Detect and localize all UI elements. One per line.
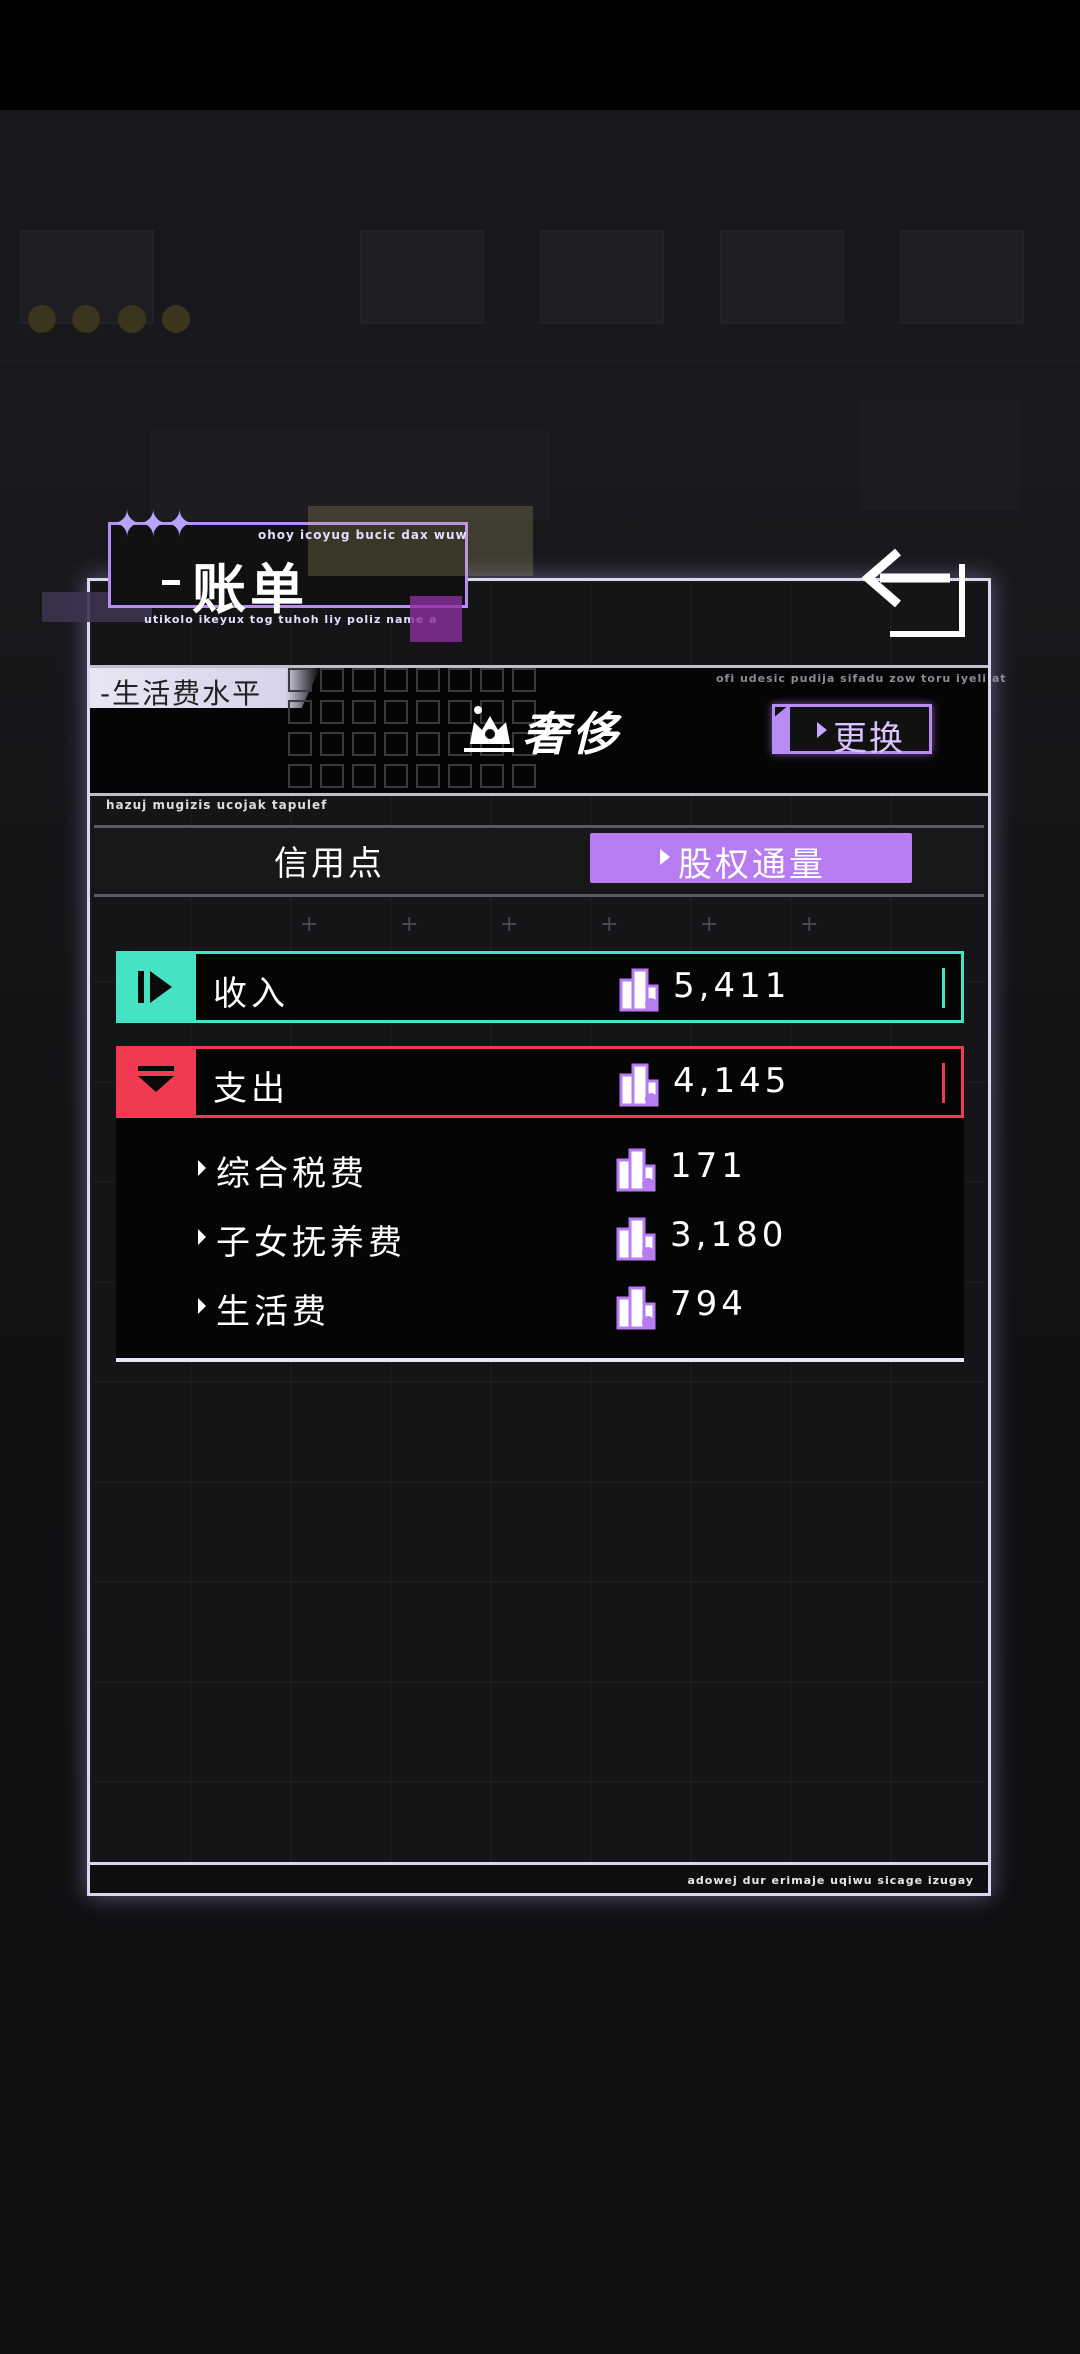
background-dot — [118, 305, 146, 333]
background-line — [0, 360, 1080, 363]
decorative-plus: + — [800, 912, 819, 937]
background-tile — [720, 230, 844, 324]
expense-breakdown-list: 综合税费 171 子女抚养费 3,180 生活费 794 — [116, 1118, 964, 1362]
living-small-text: ofi udesic pudija sifadu zow toru iyeli … — [716, 672, 1007, 685]
equity-token-icon — [614, 1215, 658, 1267]
decorative-plus: + — [400, 912, 419, 937]
back-button[interactable] — [850, 540, 970, 640]
expense-label: 支出 — [213, 1069, 289, 1109]
expense-item-child-support[interactable]: 子女抚养费 3,180 — [116, 1207, 964, 1267]
income-end-bar — [942, 968, 945, 1008]
star-icons: ✦✦✦ — [112, 504, 194, 545]
play-icon — [198, 1160, 206, 1176]
income-row[interactable]: 收入 5,411 — [116, 951, 964, 1023]
expense-value: 4,145 — [673, 1061, 791, 1101]
expense-item-value: 794 — [670, 1284, 747, 1324]
expense-item-value: 3,180 — [670, 1215, 788, 1255]
decorative-plus: + — [700, 912, 719, 937]
living-standard-label: -生活费水平 — [100, 677, 263, 710]
play-icon — [198, 1298, 206, 1314]
background-tile — [900, 230, 1024, 324]
change-button-label: 更换 — [833, 719, 905, 759]
income-value: 5,411 — [673, 966, 791, 1006]
tab-small-text: hazuj mugizis ucojak tapulef — [106, 798, 328, 812]
background-dot — [72, 305, 100, 333]
equity-token-icon — [617, 1061, 661, 1113]
play-icon — [138, 971, 172, 1003]
equity-token-icon — [614, 1284, 658, 1336]
background-bottom — [0, 1930, 1080, 2354]
background-panel — [860, 400, 1020, 510]
footer-text: adowej dur erimaje uqiwu sicage izugay — [687, 1874, 974, 1887]
background-top-bar — [0, 110, 1080, 220]
title-subtext-top: ohoy icoyug bucic dax wuw — [258, 528, 468, 542]
back-arrow-icon — [861, 548, 965, 637]
equity-token-icon — [614, 1146, 658, 1198]
background-tile — [540, 230, 664, 324]
expense-item-value: 171 — [670, 1146, 747, 1186]
expense-icon-box — [116, 1046, 196, 1118]
decorative-plus: + — [300, 912, 319, 937]
expense-row[interactable]: 支出 4,145 — [116, 1046, 964, 1118]
decorative-plus: + — [600, 912, 619, 937]
tab-equity-label: 股权通量 — [678, 845, 826, 885]
background-tile — [360, 230, 484, 324]
tab-credit[interactable]: 信用点 — [274, 836, 385, 885]
income-label: 收入 — [213, 974, 289, 1014]
expense-item-label: 子女抚养费 — [216, 1223, 406, 1263]
expense-item-living[interactable]: 生活费 794 — [116, 1276, 964, 1336]
change-button-notch — [772, 704, 790, 754]
title-accent-magenta — [410, 596, 462, 642]
change-button[interactable]: 更换 — [772, 704, 932, 759]
panel-footer: adowej dur erimaje uqiwu sicage izugay — [90, 1862, 988, 1893]
play-icon — [817, 722, 827, 738]
income-icon-box — [116, 951, 196, 1023]
play-icon — [198, 1229, 206, 1245]
title-subtext-bottom: utikolo ikeyux tog tuhoh liy poliz name … — [144, 613, 438, 626]
expense-end-bar — [942, 1063, 945, 1103]
expense-item-tax[interactable]: 综合税费 171 — [116, 1138, 964, 1198]
living-standard-tag: -生活费水平 — [90, 668, 320, 708]
crown-cat-icon — [460, 700, 518, 758]
title-dash — [162, 580, 180, 585]
background-dot — [162, 305, 190, 333]
living-level-text: 奢侈 — [522, 707, 622, 761]
expense-item-label: 综合税费 — [216, 1154, 368, 1194]
decorative-plus: + — [500, 912, 519, 937]
tab-equity[interactable]: 股权通量 — [590, 833, 912, 885]
equity-token-icon — [617, 966, 661, 1018]
background-dot — [28, 305, 56, 333]
play-icon — [660, 849, 670, 865]
down-triangle-icon — [138, 1066, 174, 1092]
expense-item-label: 生活费 — [216, 1292, 330, 1332]
